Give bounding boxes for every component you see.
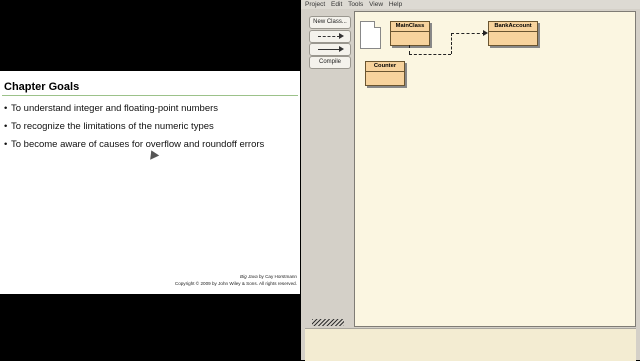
class-name: MainClass [391,22,429,32]
bullet-dot-icon: • [4,103,8,114]
dashed-arrow-icon [318,36,340,37]
solid-arrow-icon [318,49,340,50]
class-box-mainclass[interactable]: MainClass [390,21,430,46]
slide-title: Chapter Goals [4,81,80,93]
toolbar: New Class... Compile [306,11,352,296]
bullet-text: To understand integer and floating-point… [11,103,219,114]
copyright-text: Copyright © 2009 by John Wiley & Sons. A… [174,280,297,286]
bullet-text: To recognize the limitations of the nume… [11,121,214,132]
class-name: BankAccount [489,22,537,32]
menu-edit[interactable]: Edit [331,0,342,9]
class-box-body [489,32,537,45]
class-box-bankaccount[interactable]: BankAccount [488,21,538,46]
class-diagram-canvas[interactable]: MainClass BankAccount Counter [354,11,636,327]
class-box-body [366,72,404,85]
class-name: Counter [366,62,404,72]
bullet-text: To become aware of causes for overflow a… [11,139,265,150]
menu-view[interactable]: View [369,0,383,9]
menu-bar: Project Edit Tools View Help [301,0,640,9]
inheritance-arrow-button[interactable] [309,43,351,56]
slide-credit: Big Java by Cay Horstmann Copyright © 20… [175,274,297,287]
compile-button[interactable]: Compile [309,56,351,69]
slide-divider [2,95,298,96]
book-author: by Cay Horstmann [257,274,297,279]
new-class-button[interactable]: New Class... [309,16,351,29]
class-box-body [391,32,429,45]
bullet-item: • To understand integer and floating-poin… [4,100,264,118]
readme-document-icon[interactable] [360,21,381,49]
arrow-head-icon [339,33,344,39]
menu-help[interactable]: Help [389,0,402,9]
bullet-dot-icon: • [4,139,8,150]
bullet-item: • To recognize the limitations of the num… [4,118,264,136]
slide: Chapter Goals • To understand integer and… [0,71,300,294]
resize-handle[interactable] [312,319,344,326]
menu-tools[interactable]: Tools [348,0,363,9]
dependency-line [451,33,485,34]
menu-project[interactable]: Project [305,0,325,9]
dependency-arrow-head-icon [483,30,488,36]
arrow-head-icon [339,46,344,52]
dependency-line [409,54,451,55]
bullet-item: • To become aware of causes for overflow … [4,136,264,154]
dependency-line [409,45,410,54]
slide-bullet-list: • To understand integer and floating-poin… [4,100,264,154]
bullet-dot-icon: • [4,121,8,132]
object-bench[interactable] [305,328,636,361]
book-title: Big Java [240,274,258,279]
dependency-line [451,33,452,54]
uses-arrow-button[interactable] [309,30,351,43]
class-box-counter[interactable]: Counter [365,61,405,86]
